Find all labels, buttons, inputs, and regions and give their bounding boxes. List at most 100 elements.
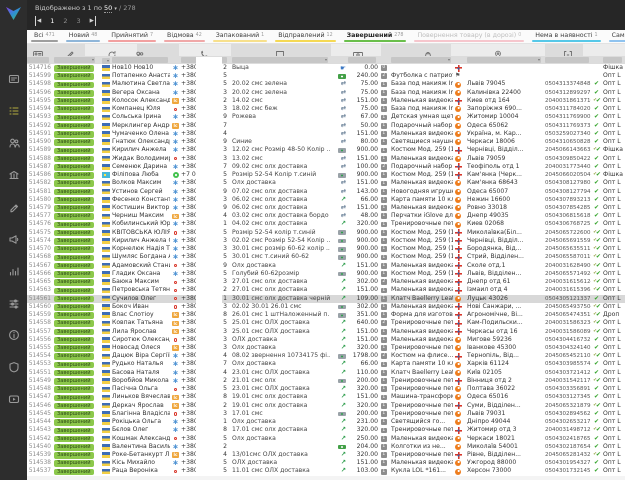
comment-icon[interactable]	[275, 45, 285, 55]
table-row[interactable]: 514576 Завершений Кобилинський Юрий ∗ +3…	[27, 220, 625, 228]
table-row[interactable]: 514545 Завершений Благінна Владіслава +3…	[27, 410, 625, 418]
table-row[interactable]: 514560 Завершений Бокоч Иван +380 93 02.…	[27, 303, 625, 311]
table-row[interactable]: 514577 Завершений Черниш Максим lc +380 …	[27, 212, 625, 220]
write-icon[interactable]	[7, 200, 20, 213]
table-row[interactable]: 514538 Завершений Кісь Михайло ∗ +380 55…	[27, 459, 625, 467]
status-edit-icon[interactable]	[65, 45, 75, 55]
table-row[interactable]: 514716 Завершений Нов10 Нов10 ∗ +380 92 …	[27, 64, 625, 72]
table-row[interactable]: 514593 Завершений Сольська Ірина ∗ +380 …	[27, 113, 625, 121]
table-row[interactable]: 514558 Завершений Ковпак Татьяна lc +380…	[27, 319, 625, 327]
filter-channel[interactable]	[603, 57, 622, 63]
table-row[interactable]: 514566 Завершений Гладик Оксана ∗ +380 6…	[27, 270, 625, 278]
table-row[interactable]: 514574 Завершений Кирилич Анжела Ол... ∗…	[27, 237, 625, 245]
table-row[interactable]: 514575 Завершений КВІТОВСЬКА ЮЛІЯ +380 9…	[27, 229, 625, 237]
filter-ttn[interactable]	[545, 57, 589, 63]
table-row[interactable]: 514590 Завершений Гнатюк Олександр ∗ +38…	[27, 138, 625, 146]
filter-flag[interactable]: ▾	[102, 58, 110, 64]
status-tab[interactable]: Відмова 42	[160, 30, 209, 43]
filter-product[interactable]: ▾	[391, 57, 451, 63]
status-tab[interactable]: Запакований 1	[209, 30, 271, 43]
status-tab[interactable]: Самовивіз 2	[605, 30, 625, 43]
table-row[interactable]: 514581 Завершений Устинов Сергей ∗ +380 …	[27, 188, 625, 196]
products-icon[interactable]	[423, 45, 433, 55]
filter-comment[interactable]: ▾	[232, 57, 328, 63]
filter-status[interactable]: ▾	[54, 57, 95, 63]
table-row[interactable]: 514579 Завершений Костишин Виктор ∗ +380…	[27, 204, 625, 212]
table-row[interactable]: 514546 Завершений Деркач Ярослав lc +380…	[27, 402, 625, 410]
contact-source-icon: ∗	[172, 443, 178, 451]
table-row[interactable]: 514542 Завершений Кошмак Александр +380 …	[27, 435, 625, 443]
marketing-icon[interactable]	[7, 232, 20, 245]
table-row[interactable]: 514586 Завершений Філіпова Люба +7 0735 …	[27, 171, 625, 179]
filter-client[interactable]	[112, 57, 168, 63]
clients-icon[interactable]	[135, 45, 145, 55]
table-row[interactable]: 514594 Завершений Компанец Юля +380 93 1…	[27, 105, 625, 113]
order-id-icon[interactable]	[33, 45, 43, 55]
table-row[interactable]: 514563 Завершений Петровська Тетяна +380…	[27, 286, 625, 294]
status-tab[interactable]: Новий 48	[62, 30, 105, 43]
status-tab[interactable]: Завершений 278	[340, 30, 411, 43]
table-row[interactable]: 514556 Завершений Сиротюк Олександр +380…	[27, 336, 625, 344]
filter-amount[interactable]	[348, 57, 376, 63]
orders-icon[interactable]	[7, 104, 20, 117]
status-tab[interactable]: Нема в наявності 1	[528, 30, 604, 43]
filter-city[interactable]: ▾	[467, 57, 541, 63]
table-row[interactable]: 514537 Завершений Раца Вероніка +380 55 …	[27, 467, 625, 475]
table-row[interactable]: 514540 Завершений Валентина Васильє... ∗…	[27, 443, 625, 451]
table-row[interactable]: 514565 Завершений Баюка Максим +380 63 2…	[27, 278, 625, 286]
status-tab[interactable]: Відправлений 12	[271, 30, 339, 43]
table-row[interactable]: 514596 Завершений Вегера Оксана ∗ +380 9…	[27, 89, 625, 97]
clients-icon[interactable]	[7, 136, 20, 149]
table-row[interactable]: 514592 Завершений Мерклингер Андрей lc +…	[27, 122, 625, 130]
status-tab[interactable]: Прийнятий 7	[104, 30, 160, 43]
table-row[interactable]: 514591 Завершений Чумаченко Олена ∗ +380…	[27, 130, 625, 138]
status-tab[interactable]: Повернення товару (в дорозі) 0	[410, 30, 528, 43]
table-row[interactable]: 514568 Завершений Шумляс Богдана Ан... ∗…	[27, 253, 625, 261]
table-row[interactable]: 514595 Завершений Колосок Александр lc +…	[27, 97, 625, 105]
status-tab[interactable]: Всі 471	[27, 30, 62, 43]
table-row[interactable]: 514549 Завершений Воробйов Микола ∗ +380…	[27, 377, 625, 385]
phone-icon[interactable]	[199, 45, 209, 55]
stats-icon[interactable]	[7, 264, 20, 277]
table-row[interactable]: 514589 Завершений Кирилич Анжела ∗ +380 …	[27, 146, 625, 154]
table-row[interactable]: 514588 Завершений Жидак Володимир +380 6…	[27, 155, 625, 163]
table-row[interactable]: 514598 Завершений Малютина Светлана ∗ +3…	[27, 80, 625, 88]
table-row[interactable]: 514548 Завершений Пасічна Ольга +380 95 …	[27, 385, 625, 393]
table-row[interactable]: 514587 Завершений Семенюк Дарина ∗ +380 …	[27, 163, 625, 171]
chevron-down-icon[interactable]: ▾	[114, 6, 117, 12]
page-3[interactable]: 3	[77, 16, 81, 26]
shield-icon[interactable]	[7, 360, 20, 373]
first-page-icon[interactable]: ◀	[35, 16, 41, 26]
table-row[interactable]: 514551 Завершений Басова Наталя ∗ +380 6…	[27, 369, 625, 377]
payment-icon[interactable]	[353, 45, 363, 55]
refresh-icon[interactable]	[107, 45, 117, 55]
info-icon[interactable]	[7, 328, 20, 341]
table-row[interactable]: 514544 Завершений Рокіцька Ольга ∗ +380 …	[27, 418, 625, 426]
page-1[interactable]: 1	[50, 16, 54, 26]
page-2[interactable]: 2	[63, 16, 67, 26]
table-row[interactable]: 514580 Завершений Фесенко Константин ∗ +…	[27, 196, 625, 204]
settings-icon[interactable]	[7, 296, 20, 309]
table-row[interactable]: 514554 Завершений Дацюк Віра Сергіївна ∗…	[27, 352, 625, 360]
last-page-icon[interactable]: ▶	[90, 16, 96, 26]
address-pin-icon[interactable]	[493, 45, 503, 55]
table-row[interactable]: 514561 Завершений Сучилов Олег +380 61 3…	[27, 295, 625, 303]
table-row[interactable]: 514543 Завершений Бєлов Олег ∗ +380 68 1…	[27, 426, 625, 434]
video-icon[interactable]	[7, 392, 20, 405]
contact-source-icon: lc	[172, 321, 179, 327]
table-row[interactable]: 514547 Завершений Линьков Вячеслав lc +3…	[27, 393, 625, 401]
table-row[interactable]: 514559 Завершений Влас Слотіоу lc +380 6…	[27, 311, 625, 319]
table-row[interactable]: 514539 Завершений Роке-Бетанкурт Лін... …	[27, 451, 625, 459]
table-row[interactable]: 514567 Завершений Адамовский Станис... +…	[27, 262, 625, 270]
company-icon[interactable]	[7, 168, 20, 181]
filter-id[interactable]	[27, 57, 49, 63]
table-row[interactable]: 514582 Завершений Волков Максим ∗ +380 6…	[27, 179, 625, 187]
table-row[interactable]: 514557 Завершений Лила Ярослав lc +380 6…	[27, 328, 625, 336]
table-row[interactable]: 514570 Завершений Корнелюк Надія Та... ∗…	[27, 245, 625, 253]
table-row[interactable]: 514599 Завершений Потапенко Анастас... ∗…	[27, 72, 625, 80]
table-row[interactable]: 514553 Завершений Рудько Наталья ∗ +380 …	[27, 360, 625, 368]
per-page-dropdown[interactable]: 50	[104, 4, 112, 13]
dashboard-icon[interactable]	[7, 72, 20, 85]
ttn-brackets-icon[interactable]	[563, 45, 573, 55]
table-row[interactable]: 514555 Завершений Новосад Олеся lc +380 …	[27, 344, 625, 352]
